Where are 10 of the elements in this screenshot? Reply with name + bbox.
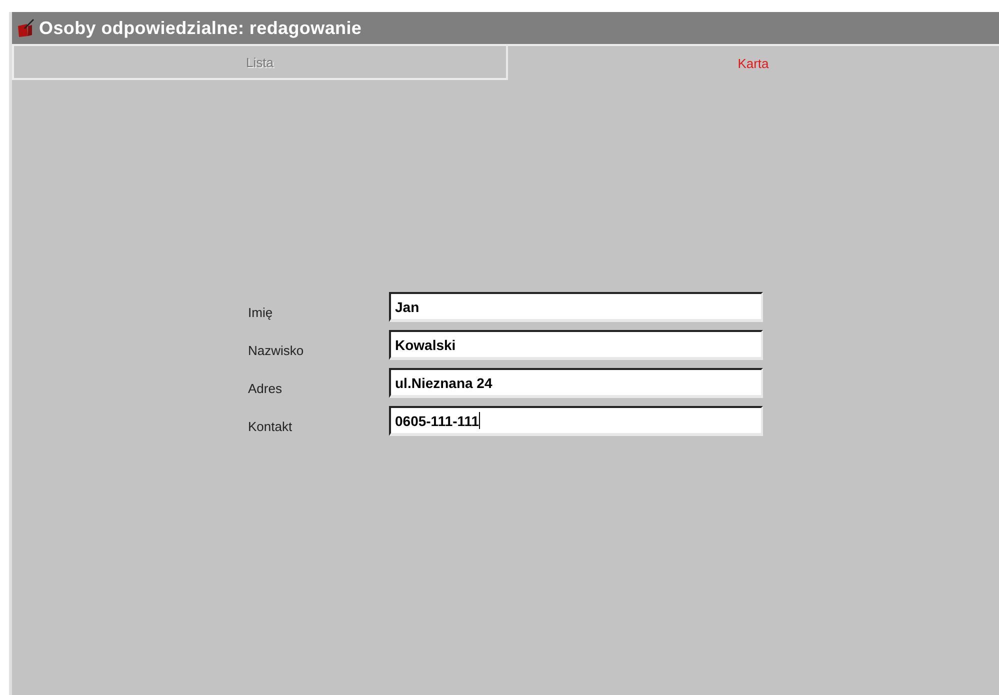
input-field[interactable]: Jan [389,292,763,322]
window-title: Osoby odpowiedzialne: redagowanie [39,18,362,38]
field-label: Adres [248,381,283,398]
input-field[interactable]: ul.Nieznana 24 [389,368,763,398]
edit-icon [16,18,36,38]
input-field[interactable]: 0605-111-111 [389,406,763,436]
field-label: Kontakt [248,419,294,436]
field-label: Nazwisko [248,343,305,360]
input-field[interactable]: Kowalski [389,330,763,360]
field-label: Imię [248,305,274,322]
